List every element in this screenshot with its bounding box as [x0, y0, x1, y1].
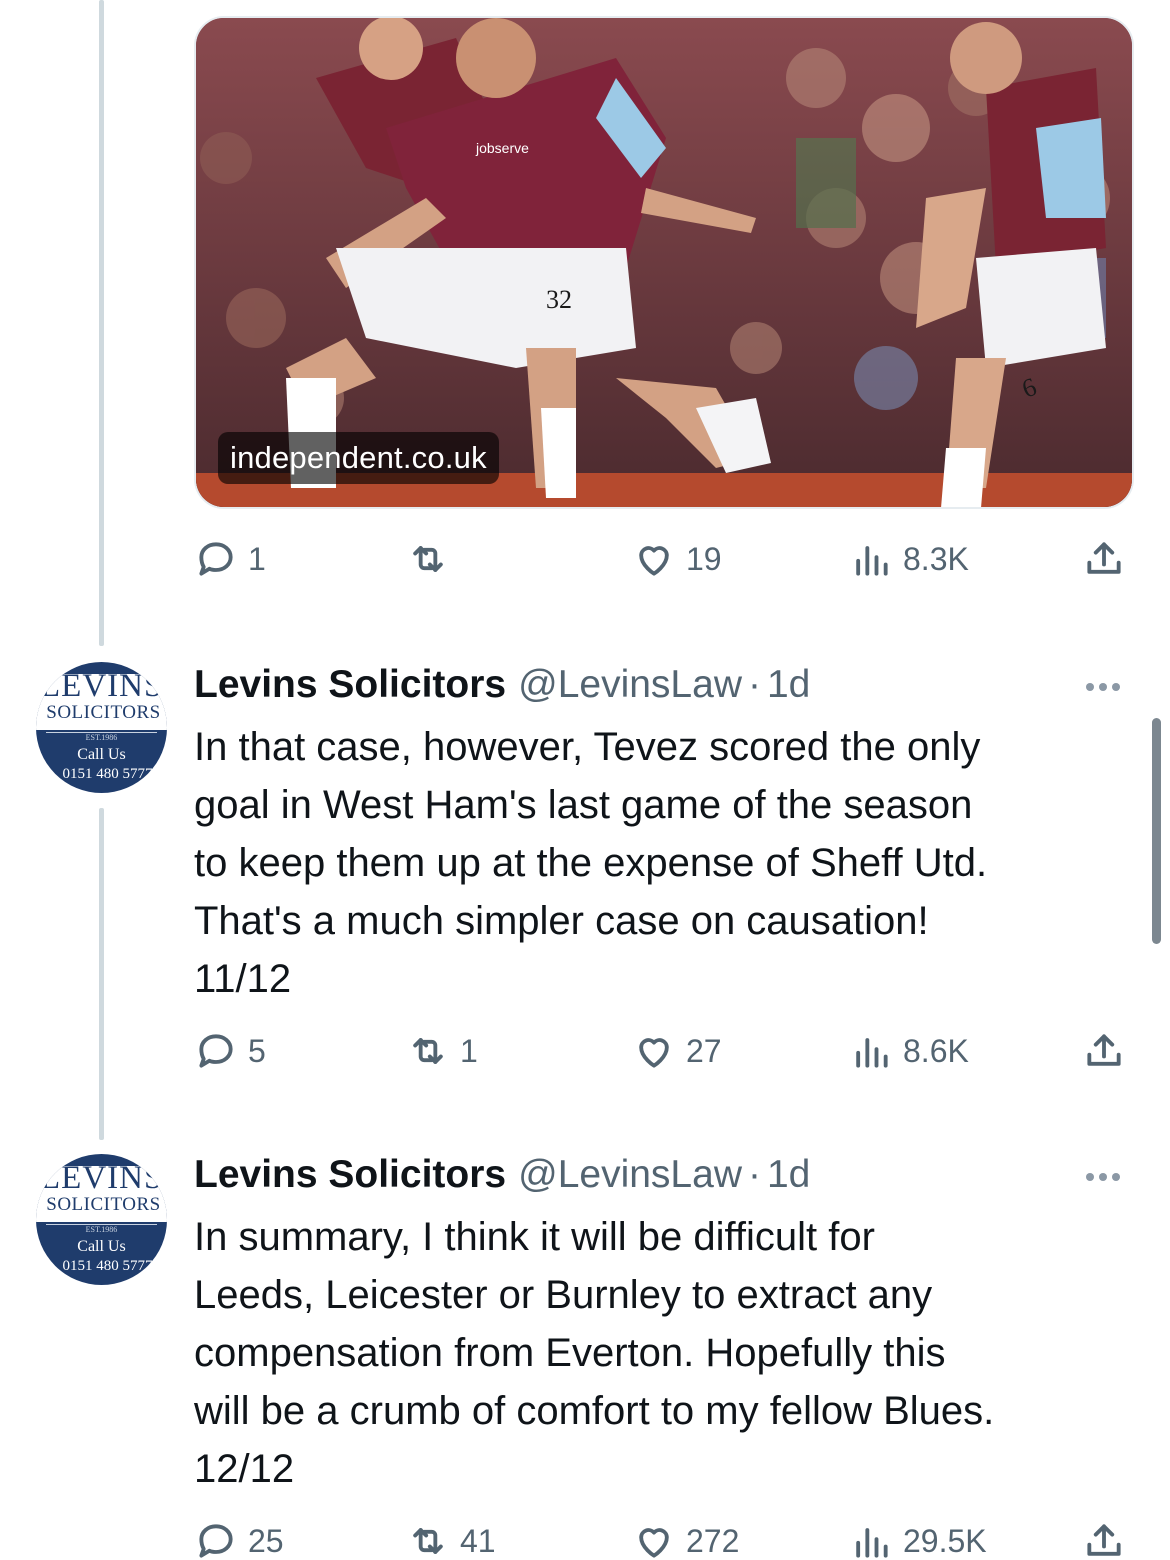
reply-button[interactable]: 5: [194, 1026, 266, 1076]
avatar-logo-name: LEVINS: [40, 668, 164, 704]
repost-button[interactable]: 41: [406, 1516, 496, 1560]
reply-button[interactable]: 25: [194, 1516, 284, 1560]
repost-count: 41: [460, 1522, 496, 1559]
share-icon: [1087, 1524, 1121, 1556]
views-count: 29.5K: [903, 1522, 987, 1559]
author-handle[interactable]: @LevinsLaw: [518, 1153, 742, 1196]
views-button[interactable]: 8.3K: [849, 534, 969, 584]
link-card-image[interactable]: 32 jobserve 6 independent.co.uk: [194, 16, 1134, 509]
action-bar-tweet-11: 5 1 27 8.6K: [194, 1026, 1138, 1076]
avatar-logo-name: LEVINS: [40, 1160, 164, 1196]
tweet-text: In that case, however, Tevez scored the …: [194, 725, 988, 1001]
share-button[interactable]: [1082, 534, 1126, 584]
repost-button[interactable]: 1: [406, 1026, 478, 1076]
avatar-call-label: Call Us: [77, 746, 126, 763]
reply-icon: [199, 542, 233, 576]
avatar-logo-est: EST.1986: [46, 732, 157, 742]
views-icon: [856, 1038, 888, 1068]
action-bar-top: 1 19 8.3K: [194, 534, 1138, 584]
views-button[interactable]: 8.6K: [849, 1026, 969, 1076]
like-button[interactable]: 27: [632, 1026, 722, 1076]
heart-icon: [639, 1528, 669, 1558]
like-count: 272: [686, 1522, 740, 1559]
avatar-call-label: Call Us: [77, 1238, 126, 1255]
link-source-label[interactable]: independent.co.uk: [218, 432, 499, 484]
more-options-icon[interactable]: [1086, 678, 1130, 692]
more-options-icon[interactable]: [1086, 1168, 1130, 1182]
reply-count: 5: [248, 1032, 266, 1069]
share-icon: [1087, 542, 1121, 574]
avatar-logo-sub: SOLICITORS: [46, 1194, 161, 1215]
author-name[interactable]: Levins Solicitors: [194, 663, 506, 706]
avatar-phone: 0151 480 5777: [62, 766, 153, 782]
thread-line-middle: [99, 808, 104, 1140]
author-name[interactable]: Levins Solicitors: [194, 1153, 506, 1196]
separator-dot: ·: [747, 663, 761, 706]
views-count: 8.6K: [903, 1032, 969, 1069]
avatar-logo-est: EST.1986: [46, 1224, 157, 1234]
repost-button[interactable]: [406, 534, 460, 584]
thread-line-top: [99, 0, 104, 646]
repost-icon: [413, 1528, 443, 1554]
scrollbar[interactable]: [1152, 718, 1161, 944]
like-count: 19: [686, 540, 722, 577]
tweet-text: In summary, I think it will be difficult…: [194, 1215, 995, 1491]
share-icon: [1087, 1034, 1121, 1066]
avatar-phone: 0151 480 5777: [62, 1258, 153, 1274]
like-button[interactable]: 19: [632, 534, 722, 584]
svg-text:jobserve: jobserve: [475, 140, 529, 156]
views-icon: [856, 1528, 888, 1558]
repost-count: 1: [460, 1032, 478, 1069]
reply-button[interactable]: 1: [194, 534, 266, 584]
views-button[interactable]: 29.5K: [849, 1516, 987, 1560]
separator-dot: ·: [747, 1153, 761, 1196]
svg-text:32: 32: [546, 285, 572, 314]
tweet-header: Levins Solicitors @LevinsLaw · 1d: [194, 1150, 810, 1200]
reply-icon: [199, 1524, 233, 1558]
heart-icon: [639, 546, 669, 576]
reply-count: 1: [248, 540, 266, 577]
tweet-time[interactable]: 1d: [767, 663, 810, 706]
repost-icon: [413, 546, 443, 572]
like-button[interactable]: 272: [632, 1516, 739, 1560]
action-bar-tweet-12: 25 41 272 29.5K: [194, 1516, 1138, 1560]
share-button[interactable]: [1082, 1516, 1126, 1560]
avatar[interactable]: LEVINS SOLICITORS EST.1986 Call Us 0151 …: [36, 662, 167, 793]
author-handle[interactable]: @LevinsLaw: [518, 663, 742, 706]
avatar[interactable]: LEVINS SOLICITORS EST.1986 Call Us 0151 …: [36, 1154, 167, 1285]
avatar-logo-sub: SOLICITORS: [46, 702, 161, 723]
heart-icon: [639, 1038, 669, 1068]
share-button[interactable]: [1082, 1026, 1126, 1076]
reply-count: 25: [248, 1522, 284, 1559]
reply-icon: [199, 1034, 233, 1068]
like-count: 27: [686, 1032, 722, 1069]
tweet-time[interactable]: 1d: [767, 1153, 810, 1196]
repost-icon: [413, 1038, 443, 1064]
views-count: 8.3K: [903, 540, 969, 577]
views-icon: [856, 546, 888, 576]
tweet-header: Levins Solicitors @LevinsLaw · 1d: [194, 660, 810, 710]
